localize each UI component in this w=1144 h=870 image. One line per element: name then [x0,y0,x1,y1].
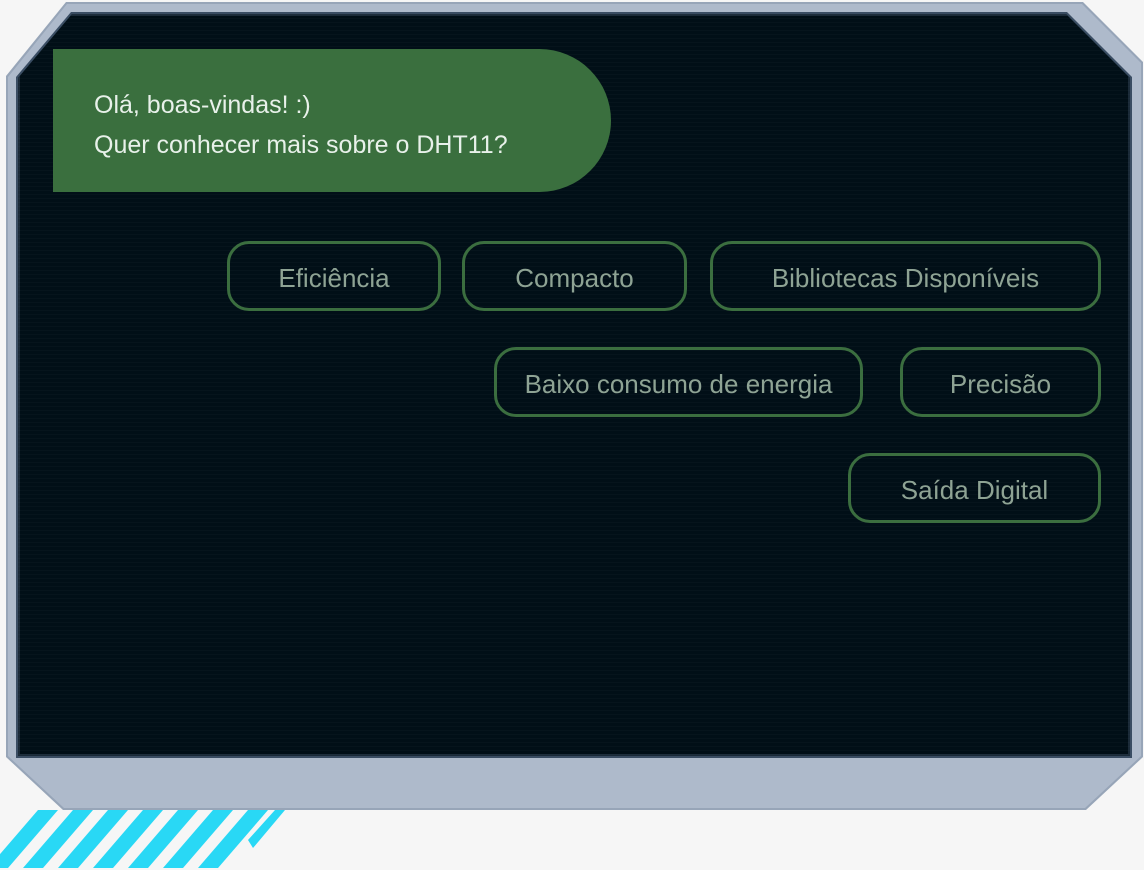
option-eficiencia-button[interactable]: Eficiência [227,241,441,311]
option-baixo-consumo-button[interactable]: Baixo consumo de energia [494,347,863,417]
welcome-question: Quer conhecer mais sobre o DHT11? [94,131,508,159]
welcome-message-bubble: Olá, boas-vindas! :) Quer conhecer mais … [53,49,611,192]
option-precisao-button[interactable]: Precisão [900,347,1101,417]
option-bibliotecas-button[interactable]: Bibliotecas Disponíveis [710,241,1101,311]
chat-device: Olá, boas-vindas! :) Quer conhecer mais … [0,0,1144,870]
option-saida-digital-button[interactable]: Saída Digital [848,453,1101,523]
option-compacto-button[interactable]: Compacto [462,241,687,311]
decorative-hatch-stripes [0,810,285,868]
welcome-greeting: Olá, boas-vindas! :) [94,91,311,119]
